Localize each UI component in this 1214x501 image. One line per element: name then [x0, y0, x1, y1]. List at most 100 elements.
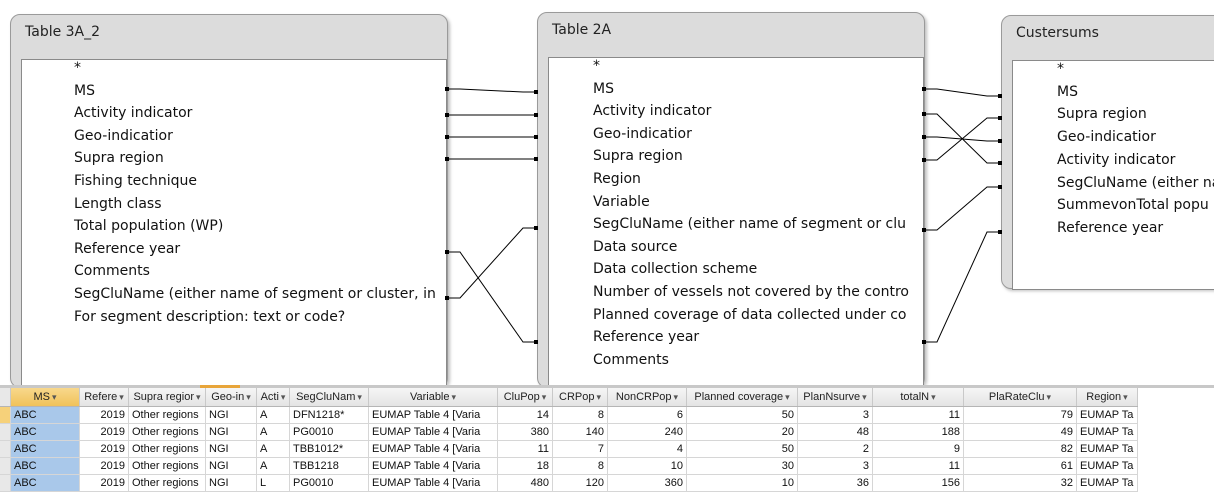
table-box-custersums[interactable]: Custersums * MS Supra region Geo-indicatior…: [1001, 15, 1214, 290]
relationship-line[interactable]: [923, 231, 1001, 343]
table-cell[interactable]: 79: [963, 406, 1077, 424]
field-item[interactable]: MS: [1057, 81, 1078, 103]
table-cell[interactable]: 50: [686, 440, 798, 458]
table-cell[interactable]: 20: [686, 423, 798, 441]
column-header[interactable]: PlaRateClu ▾: [963, 388, 1077, 407]
table-cell[interactable]: A: [256, 423, 290, 441]
relationship-line[interactable]: [923, 113, 1001, 164]
table-row[interactable]: ABC 2019 Other regions NGI A PG0010 EUMAP Tabl…: [0, 423, 1138, 441]
table-cell[interactable]: EUMAP Ta: [1076, 474, 1138, 492]
table-cell[interactable]: EUMAP Table 4 [Varia: [368, 457, 498, 475]
column-filter-dropdown-icon[interactable]: ▾: [596, 392, 601, 402]
table-cell[interactable]: 380: [497, 423, 553, 441]
table-cell[interactable]: 8: [552, 457, 608, 475]
row-selector[interactable]: [0, 440, 11, 458]
column-filter-dropdown-icon[interactable]: ▾: [1047, 392, 1052, 402]
table-title[interactable]: Table 3A_2: [25, 21, 100, 43]
column-header[interactable]: Planned coverage ▾: [686, 388, 798, 407]
table-cell[interactable]: 360: [607, 474, 687, 492]
table-cell[interactable]: A: [256, 406, 290, 424]
column-filter-dropdown-icon[interactable]: ▾: [281, 392, 286, 402]
table-row[interactable]: ABC 2019 Other regions NGI A TBB1218 EUMAP Tab…: [0, 457, 1138, 475]
field-item[interactable]: Activity indicator: [1057, 149, 1175, 171]
column-header[interactable]: Geo-in ▾: [205, 388, 257, 407]
table-box-table-3a-2[interactable]: Table 3A_2 * MS Activity indicator Geo-indi…: [10, 14, 448, 385]
field-item[interactable]: Region: [593, 168, 641, 190]
column-filter-dropdown-icon[interactable]: ▾: [196, 392, 201, 402]
table-cell[interactable]: NGI: [205, 457, 257, 475]
table-cell[interactable]: 240: [607, 423, 687, 441]
table-cell[interactable]: L: [256, 474, 290, 492]
column-header[interactable]: Variable ▾: [368, 388, 498, 407]
field-item[interactable]: Geo-indicatior: [1057, 126, 1156, 148]
relationship-line[interactable]: [923, 117, 1001, 161]
table-cell[interactable]: 9: [872, 440, 964, 458]
column-filter-dropdown-icon[interactable]: ▾: [357, 392, 362, 402]
table-cell[interactable]: 11: [872, 406, 964, 424]
table-box-table-2a[interactable]: Table 2A * MS Activity indicator Geo-indica…: [537, 12, 925, 385]
field-list[interactable]: * MS Activity indicator Geo-indicatior Supra…: [548, 57, 924, 385]
table-cell[interactable]: 8: [552, 406, 608, 424]
table-cell[interactable]: 32: [963, 474, 1077, 492]
table-cell[interactable]: ABC: [10, 423, 80, 441]
table-cell[interactable]: DFN1218*: [289, 406, 369, 424]
table-cell[interactable]: EUMAP Table 4 [Varia: [368, 423, 498, 441]
table-cell[interactable]: 3: [797, 406, 873, 424]
field-list[interactable]: * MS Activity indicator Geo-indicatior Supra…: [21, 59, 447, 385]
field-item[interactable]: Planned coverage of data collected under…: [593, 304, 907, 326]
field-item[interactable]: Total population (WP): [74, 215, 223, 237]
relationship-line[interactable]: [923, 88, 1001, 97]
table-cell[interactable]: ABC: [10, 474, 80, 492]
table-cell[interactable]: PG0010: [289, 474, 369, 492]
table-cell[interactable]: 6: [607, 406, 687, 424]
field-item[interactable]: Reference year: [593, 326, 699, 348]
table-cell[interactable]: 480: [497, 474, 553, 492]
field-item[interactable]: Comments: [74, 260, 150, 282]
column-filter-dropdown-icon[interactable]: ▾: [1123, 392, 1128, 402]
table-cell[interactable]: 30: [686, 457, 798, 475]
table-cell[interactable]: EUMAP Table 4 [Varia: [368, 474, 498, 492]
row-selector[interactable]: [0, 406, 11, 424]
table-cell[interactable]: 82: [963, 440, 1077, 458]
column-header[interactable]: totalN ▾: [872, 388, 964, 407]
table-cell[interactable]: 156: [872, 474, 964, 492]
column-header[interactable]: Acti ▾: [256, 388, 290, 407]
table-cell[interactable]: 3: [797, 457, 873, 475]
table-cell[interactable]: 188: [872, 423, 964, 441]
column-filter-dropdown-icon[interactable]: ▾: [674, 392, 679, 402]
row-selector[interactable]: [0, 457, 11, 475]
field-item[interactable]: Geo-indicatior: [74, 125, 173, 147]
relationship-line[interactable]: [446, 251, 537, 343]
column-filter-dropdown-icon[interactable]: ▾: [119, 392, 124, 402]
table-cell[interactable]: NGI: [205, 440, 257, 458]
table-cell[interactable]: EUMAP Ta: [1076, 440, 1138, 458]
table-cell[interactable]: NGI: [205, 474, 257, 492]
table-title[interactable]: Table 2A: [552, 19, 611, 41]
table-cell[interactable]: TBB1012*: [289, 440, 369, 458]
table-cell[interactable]: 140: [552, 423, 608, 441]
field-item[interactable]: For segment description: text or code?: [74, 306, 345, 328]
table-cell[interactable]: 48: [797, 423, 873, 441]
table-cell[interactable]: 14: [497, 406, 553, 424]
relationship-line[interactable]: [446, 227, 537, 299]
field-item[interactable]: SegCluName (either name of segment or cl…: [74, 283, 436, 305]
column-header[interactable]: CluPop ▾: [497, 388, 553, 407]
table-cell[interactable]: Other regions: [128, 457, 206, 475]
table-cell[interactable]: 2019: [79, 457, 129, 475]
field-item[interactable]: Length class: [74, 193, 162, 215]
table-cell[interactable]: EUMAP Table 4 [Varia: [368, 406, 498, 424]
column-header[interactable]: PlanNsurve ▾: [797, 388, 873, 407]
table-cell[interactable]: 2019: [79, 406, 129, 424]
column-header[interactable]: CRPop ▾: [552, 388, 608, 407]
table-cell[interactable]: 120: [552, 474, 608, 492]
field-list[interactable]: * MS Supra region Geo-indicatior Activity in…: [1012, 60, 1214, 290]
table-cell[interactable]: PG0010: [289, 423, 369, 441]
field-item[interactable]: SummevonTotal popu: [1057, 194, 1209, 216]
field-all[interactable]: *: [593, 58, 600, 77]
table-cell[interactable]: EUMAP Ta: [1076, 423, 1138, 441]
table-cell[interactable]: NGI: [205, 423, 257, 441]
field-item[interactable]: Supra region: [1057, 103, 1147, 125]
table-cell[interactable]: EUMAP Table 4 [Varia: [368, 440, 498, 458]
table-cell[interactable]: Other regions: [128, 406, 206, 424]
datasheet-grid[interactable]: MS ▾ Refere ▾ Supra regior ▾ Geo-in ▾ Acti ▾ SegCl…: [0, 388, 1214, 501]
